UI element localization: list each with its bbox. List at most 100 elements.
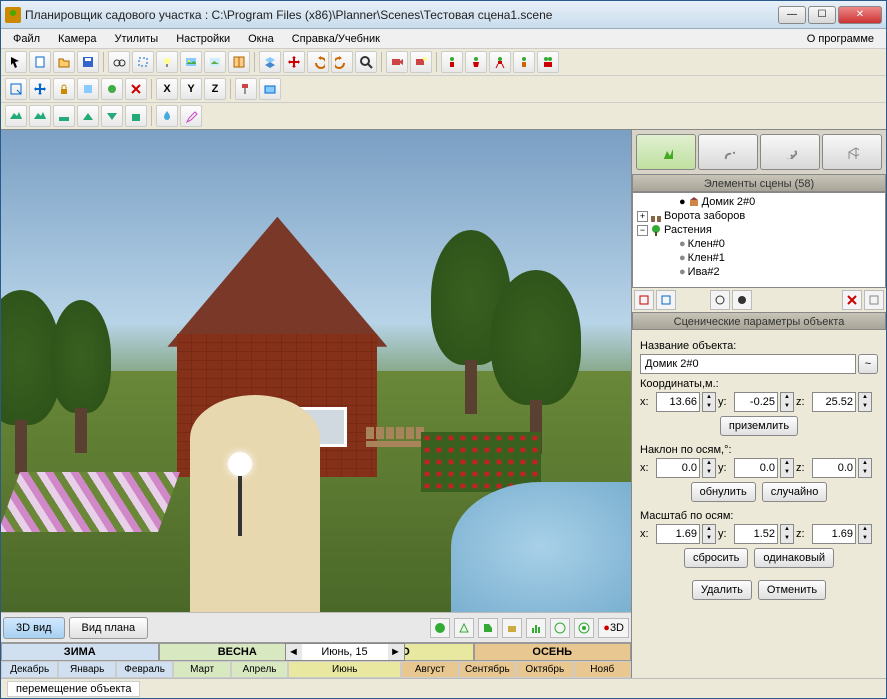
save-icon[interactable] bbox=[77, 51, 99, 73]
tilt-z-spinner[interactable]: ▲▼ bbox=[858, 458, 872, 478]
menu-windows[interactable]: Окна bbox=[240, 31, 282, 47]
close-button[interactable]: ✕ bbox=[838, 6, 882, 24]
select-tool-icon[interactable] bbox=[5, 51, 27, 73]
reset-scale-button[interactable]: сбросить bbox=[684, 548, 748, 568]
tree-ctrl-1-icon[interactable] bbox=[634, 290, 654, 310]
vt-3d-icon[interactable]: ●3D bbox=[598, 618, 629, 638]
image-icon[interactable] bbox=[180, 51, 202, 73]
date-next-button[interactable]: ► bbox=[388, 644, 404, 660]
tree-ctrl-2-icon[interactable] bbox=[656, 290, 676, 310]
scale-z-spinner[interactable]: ▲▼ bbox=[858, 524, 872, 544]
axis-y-icon[interactable]: Y bbox=[180, 78, 202, 100]
coord-y-input[interactable] bbox=[734, 392, 778, 412]
terrain-down-icon[interactable] bbox=[101, 105, 123, 127]
coord-z-spinner[interactable]: ▲▼ bbox=[858, 392, 872, 412]
person-1-icon[interactable] bbox=[441, 51, 463, 73]
terrain-up-icon[interactable] bbox=[77, 105, 99, 127]
move4-icon[interactable] bbox=[29, 78, 51, 100]
rptab-scene-icon[interactable] bbox=[636, 134, 696, 170]
coord-z-input[interactable] bbox=[812, 392, 856, 412]
tab-plan-view[interactable]: Вид плана bbox=[69, 617, 149, 639]
month-cell[interactable]: Июнь bbox=[288, 661, 401, 679]
light-icon[interactable] bbox=[156, 51, 178, 73]
terrain-flat-icon[interactable] bbox=[53, 105, 75, 127]
delete-icon[interactable] bbox=[125, 78, 147, 100]
menu-settings[interactable]: Настройки bbox=[168, 31, 238, 47]
tree-row[interactable]: ● Домик 2#0 bbox=[635, 195, 883, 209]
picture-icon[interactable] bbox=[204, 51, 226, 73]
name-menu-button[interactable]: ~ bbox=[858, 354, 878, 374]
tree-row[interactable]: + Ворота заборов bbox=[635, 209, 883, 223]
month-cell[interactable]: Август bbox=[401, 661, 458, 679]
month-cell[interactable]: Январь bbox=[58, 661, 115, 679]
season-autumn[interactable]: ОСЕНЬ bbox=[474, 643, 632, 661]
expand-icon[interactable]: + bbox=[637, 211, 648, 222]
minimize-button[interactable]: — bbox=[778, 6, 806, 24]
collapse-icon[interactable]: − bbox=[637, 225, 648, 236]
month-cell[interactable]: Нояб bbox=[574, 661, 631, 679]
menu-file[interactable]: Файл bbox=[5, 31, 48, 47]
month-cell[interactable]: Февраль bbox=[116, 661, 173, 679]
person-3-icon[interactable] bbox=[489, 51, 511, 73]
terrain-block-icon[interactable] bbox=[125, 105, 147, 127]
dropper-icon[interactable] bbox=[180, 105, 202, 127]
tilt-x-input[interactable] bbox=[656, 458, 700, 478]
undo-icon[interactable] bbox=[307, 51, 329, 73]
menu-camera[interactable]: Камера bbox=[50, 31, 104, 47]
delete-button[interactable]: Удалить bbox=[692, 580, 752, 600]
coord-y-spinner[interactable]: ▲▼ bbox=[780, 392, 794, 412]
redo-icon[interactable] bbox=[331, 51, 353, 73]
menu-help[interactable]: Справка/Учебник bbox=[284, 31, 388, 47]
same-scale-button[interactable]: одинаковый bbox=[754, 548, 834, 568]
new-icon[interactable] bbox=[29, 51, 51, 73]
vt-chart-icon[interactable] bbox=[526, 618, 546, 638]
terrain-2-icon[interactable] bbox=[29, 105, 51, 127]
season-winter[interactable]: ЗИМА bbox=[1, 643, 159, 661]
person-4-icon[interactable] bbox=[513, 51, 535, 73]
vt-dot-green-icon[interactable] bbox=[430, 618, 450, 638]
tilt-z-input[interactable] bbox=[812, 458, 856, 478]
tree-ctrl-del-icon[interactable] bbox=[842, 290, 862, 310]
layers-icon[interactable] bbox=[259, 51, 281, 73]
lock-icon[interactable] bbox=[53, 78, 75, 100]
tree-row[interactable]: ● Клен#1 bbox=[635, 251, 883, 265]
tool-b-icon[interactable] bbox=[101, 78, 123, 100]
tree-row[interactable]: − Растения bbox=[635, 223, 883, 237]
vt-ring-icon[interactable] bbox=[574, 618, 594, 638]
tilt-x-spinner[interactable]: ▲▼ bbox=[702, 458, 716, 478]
month-cell[interactable]: Октябрь bbox=[516, 661, 573, 679]
camera-b-icon[interactable] bbox=[410, 51, 432, 73]
axis-x-icon[interactable]: X bbox=[156, 78, 178, 100]
person-5-icon[interactable] bbox=[537, 51, 559, 73]
vt-box-icon[interactable] bbox=[502, 618, 522, 638]
date-prev-button[interactable]: ◄ bbox=[286, 644, 302, 660]
catalog-icon[interactable] bbox=[228, 51, 250, 73]
resize-icon[interactable] bbox=[5, 78, 27, 100]
tilt-y-input[interactable] bbox=[734, 458, 778, 478]
tree-row[interactable]: ● Клен#0 bbox=[635, 237, 883, 251]
scene-tree[interactable]: ● Домик 2#0 + Ворота заборов − Растения … bbox=[632, 192, 886, 288]
ground-button[interactable]: приземлить bbox=[720, 416, 798, 436]
scale-x-input[interactable] bbox=[656, 524, 700, 544]
terrain-1-icon[interactable] bbox=[5, 105, 27, 127]
camera-a-icon[interactable] bbox=[386, 51, 408, 73]
coord-x-input[interactable] bbox=[656, 392, 700, 412]
viewport-3d[interactable] bbox=[1, 130, 631, 612]
vt-tri-icon[interactable] bbox=[454, 618, 474, 638]
month-cell[interactable]: Декабрь bbox=[1, 661, 58, 679]
tree-ctrl-4-icon[interactable] bbox=[732, 290, 752, 310]
tree-ctrl-3-icon[interactable] bbox=[710, 290, 730, 310]
vt-circle-icon[interactable] bbox=[550, 618, 570, 638]
reset-tilt-button[interactable]: обнулить bbox=[691, 482, 756, 502]
tree-ctrl-5-icon[interactable] bbox=[864, 290, 884, 310]
open-icon[interactable] bbox=[53, 51, 75, 73]
maximize-button[interactable]: ☐ bbox=[808, 6, 836, 24]
person-2-icon[interactable] bbox=[465, 51, 487, 73]
vt-shape-icon[interactable] bbox=[478, 618, 498, 638]
prop-icon[interactable] bbox=[259, 78, 281, 100]
coord-x-spinner[interactable]: ▲▼ bbox=[702, 392, 716, 412]
rptab-link-icon[interactable] bbox=[698, 134, 758, 170]
paint-icon[interactable] bbox=[235, 78, 257, 100]
tree-row[interactable]: ● Ива#2 bbox=[635, 265, 883, 279]
move-icon[interactable] bbox=[283, 51, 305, 73]
